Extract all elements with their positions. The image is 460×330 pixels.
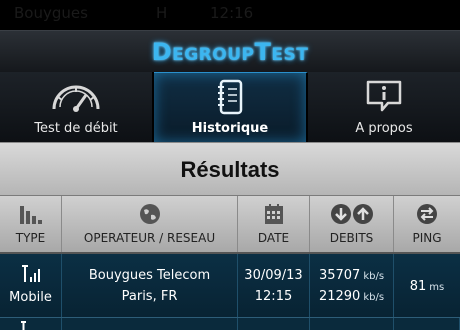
table-row[interactable]: Mobile Bouygues Telecom Paris, FR 30/09/… bbox=[0, 254, 460, 318]
cell-debits: 35707 kb/s 21290 kb/s bbox=[310, 254, 394, 317]
down-up-arrows-icon bbox=[330, 204, 373, 224]
app-title: DegroupTest bbox=[151, 38, 309, 66]
column-label: DATE bbox=[257, 231, 290, 245]
operator-location: Paris, FR bbox=[121, 289, 178, 304]
speedometer-icon bbox=[52, 85, 100, 112]
column-ping[interactable]: PING bbox=[394, 196, 460, 252]
cell-date: 30/09/13 12:15 bbox=[238, 254, 310, 317]
cell-debits bbox=[310, 318, 394, 330]
cell-operator: Bouygues Telecom Paris, FR bbox=[62, 254, 238, 317]
download-value: 35707 bbox=[318, 268, 361, 283]
ping-unit: ms bbox=[429, 282, 445, 293]
table-row-partial[interactable] bbox=[0, 318, 460, 330]
ping-value: 81 bbox=[409, 279, 427, 294]
result-date: 30/09/13 bbox=[244, 268, 303, 283]
carrier-label: Bouygues bbox=[14, 4, 88, 22]
app-header: DegroupTest bbox=[0, 30, 460, 72]
cell-operator bbox=[62, 318, 238, 330]
result-time: 12:15 bbox=[254, 289, 293, 304]
table-header: TYPE OPERATEUR / RESEAU DATE DEBITS PING bbox=[0, 196, 460, 254]
info-bubble-icon bbox=[366, 80, 402, 112]
ping-value-wrap: 81 ms bbox=[394, 279, 460, 294]
tab-label: Test de débit bbox=[34, 121, 118, 136]
exchange-arrows-icon bbox=[417, 204, 437, 224]
tab-a-propos[interactable]: A propos bbox=[308, 72, 460, 142]
calendar-icon bbox=[264, 204, 283, 224]
cell-ping: 81 ms bbox=[394, 254, 460, 317]
notebook-icon bbox=[218, 79, 243, 115]
signal-bars-icon bbox=[19, 206, 42, 224]
column-operator[interactable]: OPERATEUR / RESEAU bbox=[62, 196, 238, 252]
tab-label: Historique bbox=[191, 121, 269, 136]
upload-value: 21290 bbox=[318, 289, 361, 304]
network-type: H bbox=[156, 4, 168, 22]
column-type[interactable]: TYPE bbox=[0, 196, 62, 252]
mobile-signal-icon bbox=[21, 321, 26, 330]
operator-name: Bouygues Telecom bbox=[88, 268, 211, 283]
cell-ping bbox=[394, 318, 460, 330]
rate-unit: kb/s bbox=[363, 271, 385, 282]
cell-type bbox=[0, 318, 62, 330]
column-label: DEBITS bbox=[329, 231, 374, 245]
results-list: Mobile Bouygues Telecom Paris, FR 30/09/… bbox=[0, 254, 460, 330]
column-date[interactable]: DATE bbox=[238, 196, 310, 252]
tab-bar: Test de débit Historique A propos bbox=[0, 72, 460, 142]
tab-test-de-debit[interactable]: Test de débit bbox=[0, 72, 154, 142]
page-title: Résultats bbox=[180, 157, 280, 182]
rate-unit: kb/s bbox=[363, 292, 385, 303]
type-label: Mobile bbox=[9, 290, 52, 305]
globe-icon bbox=[139, 204, 160, 224]
download-rate: 35707 kb/s bbox=[310, 268, 393, 283]
cell-type: Mobile bbox=[0, 254, 62, 317]
results-header: Résultats bbox=[0, 142, 460, 196]
clock: 12:16 bbox=[210, 4, 254, 22]
upload-rate: 21290 kb/s bbox=[310, 289, 393, 304]
tab-historique[interactable]: Historique bbox=[154, 72, 308, 142]
column-debits[interactable]: DEBITS bbox=[310, 196, 394, 252]
column-label: PING bbox=[412, 231, 442, 245]
column-label: OPERATEUR / RESEAU bbox=[83, 231, 216, 245]
column-label: TYPE bbox=[15, 231, 46, 245]
cell-date bbox=[238, 318, 310, 330]
status-bar: Bouygues H 12:16 bbox=[0, 0, 460, 30]
mobile-signal-icon bbox=[21, 265, 40, 282]
tab-label: A propos bbox=[355, 121, 413, 136]
